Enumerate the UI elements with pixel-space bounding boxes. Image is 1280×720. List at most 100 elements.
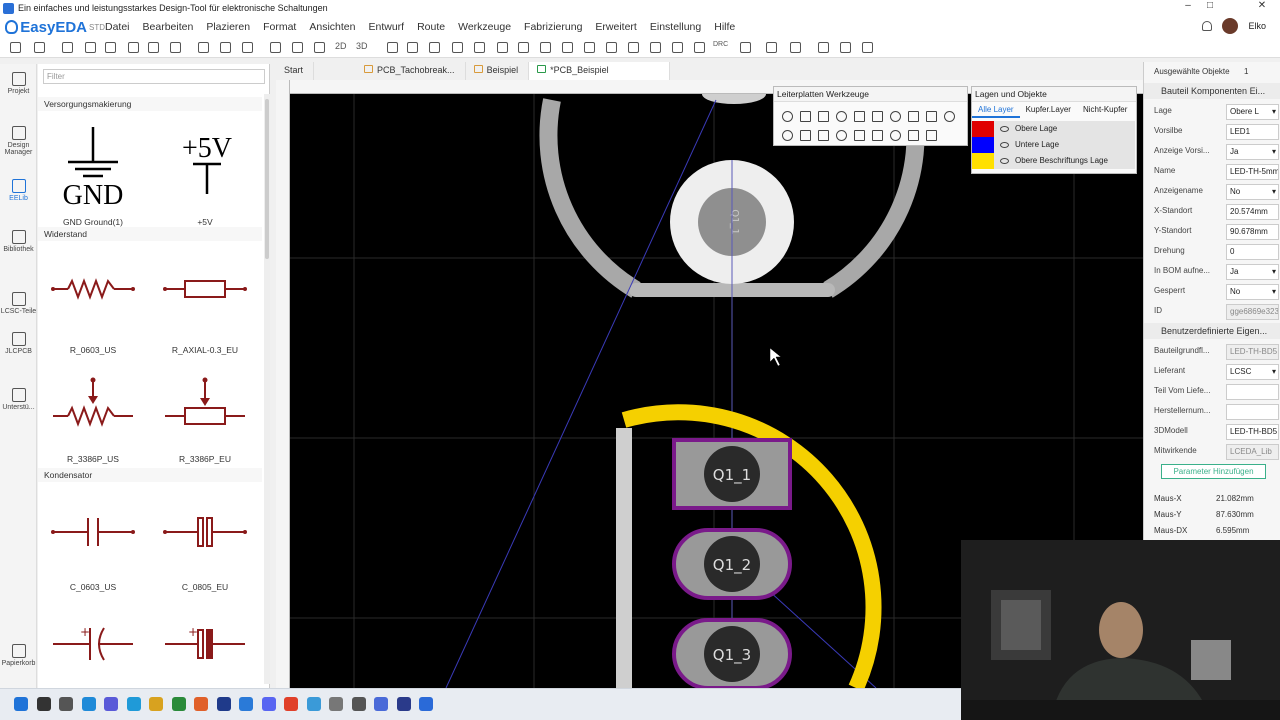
menu-item[interactable]: Einstellung <box>650 21 701 33</box>
nav-papierkorb[interactable]: Papierkorb <box>0 644 37 667</box>
property-value[interactable]: 20.574mm <box>1226 204 1279 220</box>
pcb-tool-icon[interactable] <box>872 111 883 122</box>
component-raxial[interactable]: R_AXIAL-0.3_EU <box>150 269 260 355</box>
pcb-tool-icon[interactable] <box>890 130 901 141</box>
taskbar-app-icon[interactable] <box>36 697 51 711</box>
maximize-icon[interactable]: □ <box>1200 0 1220 11</box>
toolbar-icon[interactable] <box>128 42 139 53</box>
toolbar-icon[interactable] <box>518 42 529 53</box>
toolbar-icon[interactable] <box>198 42 209 53</box>
taskbar-app-icon[interactable] <box>126 697 141 711</box>
property-value[interactable]: LCEDA_Lib <box>1226 444 1279 460</box>
close-icon[interactable]: ✕ <box>1252 0 1272 11</box>
user-name[interactable]: Elko <box>1248 21 1266 31</box>
property-value[interactable]: Obere L <box>1226 104 1279 120</box>
toolbar-icon[interactable] <box>242 42 253 53</box>
component-cpol-us[interactable]: + <box>38 624 148 664</box>
add-parameter-button[interactable]: Parameter Hinzufügen <box>1161 464 1266 479</box>
taskbar-app-icon[interactable] <box>419 697 433 711</box>
property-value[interactable]: LED-TH-BD5 <box>1226 424 1279 440</box>
tab-copper-layers[interactable]: Kupfer.Layer <box>1020 103 1077 118</box>
pcb-tool-icon[interactable] <box>908 111 919 122</box>
taskbar-app-icon[interactable] <box>171 697 186 711</box>
taskbar-app-icon[interactable] <box>261 697 276 711</box>
toolbar-icon[interactable] <box>34 42 45 53</box>
toolbar-icon[interactable] <box>407 42 418 53</box>
eye-icon[interactable] <box>1000 126 1009 132</box>
taskbar-app-icon[interactable] <box>149 697 163 711</box>
pcb-tool-icon[interactable] <box>908 130 919 141</box>
taskbar-app-icon[interactable] <box>81 697 96 711</box>
property-value[interactable]: Ja <box>1226 144 1279 160</box>
toolbar-icon[interactable] <box>584 42 595 53</box>
toolbar-icon[interactable] <box>862 42 873 53</box>
toolbar-icon[interactable] <box>292 42 303 53</box>
property-value[interactable]: LCSC <box>1226 364 1279 380</box>
component-c0603us[interactable]: C_0603_US <box>38 512 148 592</box>
pcb-tool-icon[interactable] <box>854 130 865 141</box>
layer-row[interactable]: Untere Lage <box>972 137 1135 153</box>
nav-design-manager[interactable]: Design Manager <box>0 126 37 156</box>
property-value[interactable]: 90.678mm <box>1226 224 1279 240</box>
category-header[interactable]: Kondensator <box>38 468 262 482</box>
toolbar-icon[interactable] <box>220 42 231 53</box>
pcb-tool-icon[interactable] <box>818 111 829 122</box>
toolbar-icon[interactable] <box>672 42 683 53</box>
layer-color-swatch[interactable] <box>972 121 994 137</box>
nav-lcsc-teile[interactable]: LCSC-Teile <box>0 292 37 315</box>
tab-pcb-tachobreak[interactable]: PCB_Tachobreak... <box>314 62 466 80</box>
toolbar-icon[interactable] <box>840 42 851 53</box>
toolbar-icon[interactable] <box>497 42 508 53</box>
toolbar-icon[interactable] <box>790 42 801 53</box>
tab-start[interactable]: Start <box>276 62 315 80</box>
menu-item[interactable]: Fabrizierung <box>524 21 582 33</box>
toolbar-icon[interactable] <box>148 42 159 53</box>
pcb-tool-icon[interactable] <box>854 111 865 122</box>
toolbar-icon[interactable] <box>650 42 661 53</box>
toolbar-icon[interactable] <box>105 42 116 53</box>
taskbar-app-icon[interactable] <box>374 697 388 711</box>
taskbar-app-icon[interactable] <box>239 697 253 711</box>
tab-noncopper-layers[interactable]: Nicht-Kupfer <box>1077 103 1133 118</box>
toolbar-icon[interactable] <box>562 42 573 53</box>
property-value[interactable] <box>1226 404 1279 420</box>
taskbar-app-icon[interactable] <box>104 697 118 711</box>
menu-item[interactable]: Route <box>417 21 445 33</box>
property-value[interactable]: No <box>1226 184 1279 200</box>
property-value[interactable]: LED-TH-BD5 <box>1226 344 1279 360</box>
layer-row[interactable]: Obere Beschriftungs Lage <box>972 153 1135 169</box>
nav-jlcpcb[interactable]: JLCPCB <box>0 332 37 355</box>
toolbar-icon[interactable] <box>170 42 181 53</box>
pcb-tool-icon[interactable] <box>926 130 937 141</box>
layer-color-swatch[interactable] <box>972 137 994 153</box>
property-value[interactable]: LED1 <box>1226 124 1279 140</box>
toolbar-icon[interactable] <box>740 42 751 53</box>
component-r3386eu[interactable]: R_3386P_EU <box>150 374 260 464</box>
property-value[interactable]: LED-TH-5mm <box>1226 164 1279 180</box>
component-c0805eu[interactable]: C_0805_EU <box>150 512 260 592</box>
filter-input[interactable]: Filter <box>43 69 265 84</box>
toolbar-icon[interactable] <box>628 42 639 53</box>
pcb-tool-icon[interactable] <box>836 130 847 141</box>
toolbar-icon[interactable] <box>314 42 325 53</box>
pcb-tool-icon[interactable] <box>782 130 793 141</box>
toolbar-icon[interactable] <box>387 42 398 53</box>
menu-item[interactable]: Ansichten <box>309 21 355 33</box>
category-header[interactable]: Versorgungsmakierung <box>38 97 262 111</box>
menu-item[interactable]: Erweitert <box>595 21 636 33</box>
category-header[interactable]: Widerstand <box>38 227 262 241</box>
menu-item[interactable]: Datei <box>105 21 130 33</box>
tab-all-layers[interactable]: Alle Layer <box>972 103 1020 118</box>
taskbar-app-icon[interactable] <box>329 697 343 711</box>
menu-item[interactable]: Format <box>263 21 296 33</box>
minimize-icon[interactable]: – <box>1178 0 1198 11</box>
tab-beispiel[interactable]: Beispiel <box>466 62 530 80</box>
taskbar-app-icon[interactable] <box>216 697 231 711</box>
view-3d-button[interactable]: 3D <box>356 41 368 51</box>
taskbar-app-icon[interactable] <box>351 697 366 711</box>
pcb-tool-icon[interactable] <box>872 130 883 141</box>
taskbar-app-icon[interactable] <box>59 697 73 711</box>
component-r0603us[interactable]: R_0603_US <box>38 269 148 355</box>
eye-icon[interactable] <box>1000 142 1009 148</box>
nav-eelib[interactable]: EELib <box>0 179 37 202</box>
